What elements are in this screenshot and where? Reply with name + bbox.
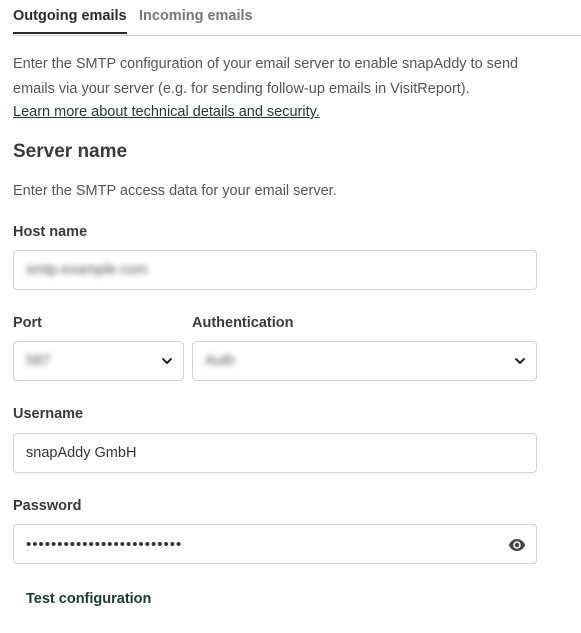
chevron-down-icon: [515, 358, 525, 364]
chevron-down-icon: [162, 358, 172, 364]
authentication-value: Auth: [205, 353, 235, 369]
section-title: Server name: [13, 141, 128, 162]
section-subtitle: Enter the SMTP access data for your emai…: [13, 183, 337, 199]
authentication-select[interactable]: Auth: [192, 341, 537, 381]
test-configuration-button[interactable]: Test configuration: [26, 591, 151, 607]
eye-icon[interactable]: [508, 536, 526, 554]
host-name-input[interactable]: smtp.example.com: [13, 250, 537, 290]
host-name-label: Host name: [13, 224, 88, 240]
port-value: 587: [26, 353, 51, 369]
port-select[interactable]: 587: [13, 341, 184, 381]
learn-more-link[interactable]: Learn more about technical details and s…: [13, 104, 320, 120]
host-name-value: smtp.example.com: [26, 262, 148, 278]
password-value: •••••••••••••••••••••••••: [26, 535, 183, 553]
tab-bar: Outgoing emails Incoming emails: [13, 6, 581, 36]
port-label: Port: [13, 315, 42, 331]
tab-outgoing-emails[interactable]: Outgoing emails: [13, 6, 127, 34]
authentication-label: Authentication: [192, 315, 294, 331]
password-label: Password: [13, 498, 82, 514]
username-label: Username: [13, 406, 84, 422]
username-value: snapAddy GmbH: [26, 445, 137, 461]
tab-incoming-emails[interactable]: Incoming emails: [139, 6, 253, 34]
password-input[interactable]: •••••••••••••••••••••••••: [13, 524, 537, 564]
username-input[interactable]: snapAddy GmbH: [13, 433, 537, 473]
intro-text: Enter the SMTP configuration of your ema…: [13, 56, 519, 97]
